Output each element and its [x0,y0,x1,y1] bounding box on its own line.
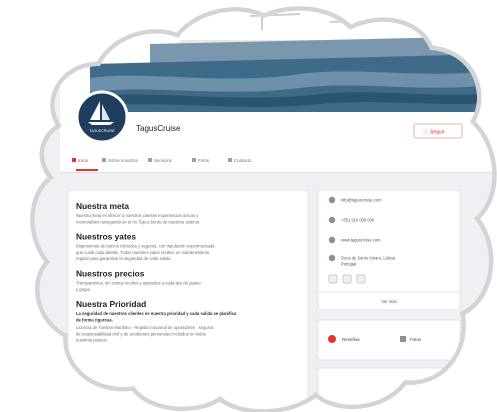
globe-icon [328,236,336,244]
nav-item-label: Inicio [78,158,89,163]
page-title: TagusCruise [136,124,181,133]
mail-icon [228,158,232,162]
see-more-link[interactable]: Ver más [381,299,396,304]
section-text: que cuida cada detalle. Todos nuestros y… [76,250,210,255]
cloud-frame-illustration: TAGUSCRUISE TagusCruise ♡ Seguir Inicio S… [30,6,497,412]
phone-icon [328,216,336,224]
nav-item-label: Contacto [234,158,252,163]
heart-icon: ♡ [423,130,428,136]
facebook-icon[interactable] [328,274,338,284]
section-text: regular para garantizar la seguridad de … [76,256,172,261]
home-icon [72,158,76,162]
contact-text: Doca de Santo Amaro, Lisboa [341,256,396,261]
section-text: Nuestra meta es ofrecer a nuestros clien… [76,213,199,218]
pin-icon [328,254,336,262]
grid-icon [148,158,152,162]
nav-item-label: Fotos [198,158,210,163]
tripadvisor-icon[interactable] [356,274,366,284]
section-text: Disponemos de barcos cómodos y seguros, … [76,244,215,249]
page-logo[interactable]: TAGUSCRUISE [75,90,129,144]
reviews-label[interactable]: Reseñas [342,337,361,342]
section-heading: Nuestros precios [76,269,145,279]
cover-photo [60,10,493,112]
section-text: de responsabilidad civil y de accidentes… [76,331,206,336]
contact-text: Portugal [341,262,356,267]
section-heading: Nuestra meta [76,201,129,211]
nav-item-label: Servicios [154,158,173,163]
section-emphasis: de forma rigurosa. [76,318,113,323]
section-heading: Nuestros yates [76,232,136,242]
section-text: Licencia de Turismo Marítimo · Registro … [76,325,214,330]
section-heading: Nuestra Prioridad [76,299,146,309]
photos-label[interactable]: Fotos [410,337,422,342]
reviews-card [317,319,461,361]
section-text: nuestros paseos. [76,338,108,343]
mail-icon [328,196,336,204]
section-emphasis: La seguridad de nuestros clientes es nue… [76,311,237,316]
section-text: memorables navegando en el río Tajo a bo… [76,219,200,224]
instagram-icon[interactable] [342,274,352,284]
nav-item-1[interactable]: Sobre nosotros [102,158,139,163]
photos-icon [400,336,406,342]
camera-icon [192,158,196,162]
review-badge-icon [328,335,336,343]
info-icon [102,158,106,162]
logo-wordmark: TAGUSCRUISE [89,129,115,133]
follow-label: Seguir [430,130,445,136]
contact-text: www.taguscruise.com [341,238,381,243]
section-text: y grupo. [76,287,91,292]
contact-text: +351 910 000 000 [341,218,375,223]
contact-text: info@taguscruise.com [341,198,382,203]
nav-item-label: Sobre nosotros [108,158,139,163]
section-text: Transparentes, sin costes ocultos y ajus… [76,281,201,286]
follow-button[interactable]: ♡ Seguir [413,123,463,139]
